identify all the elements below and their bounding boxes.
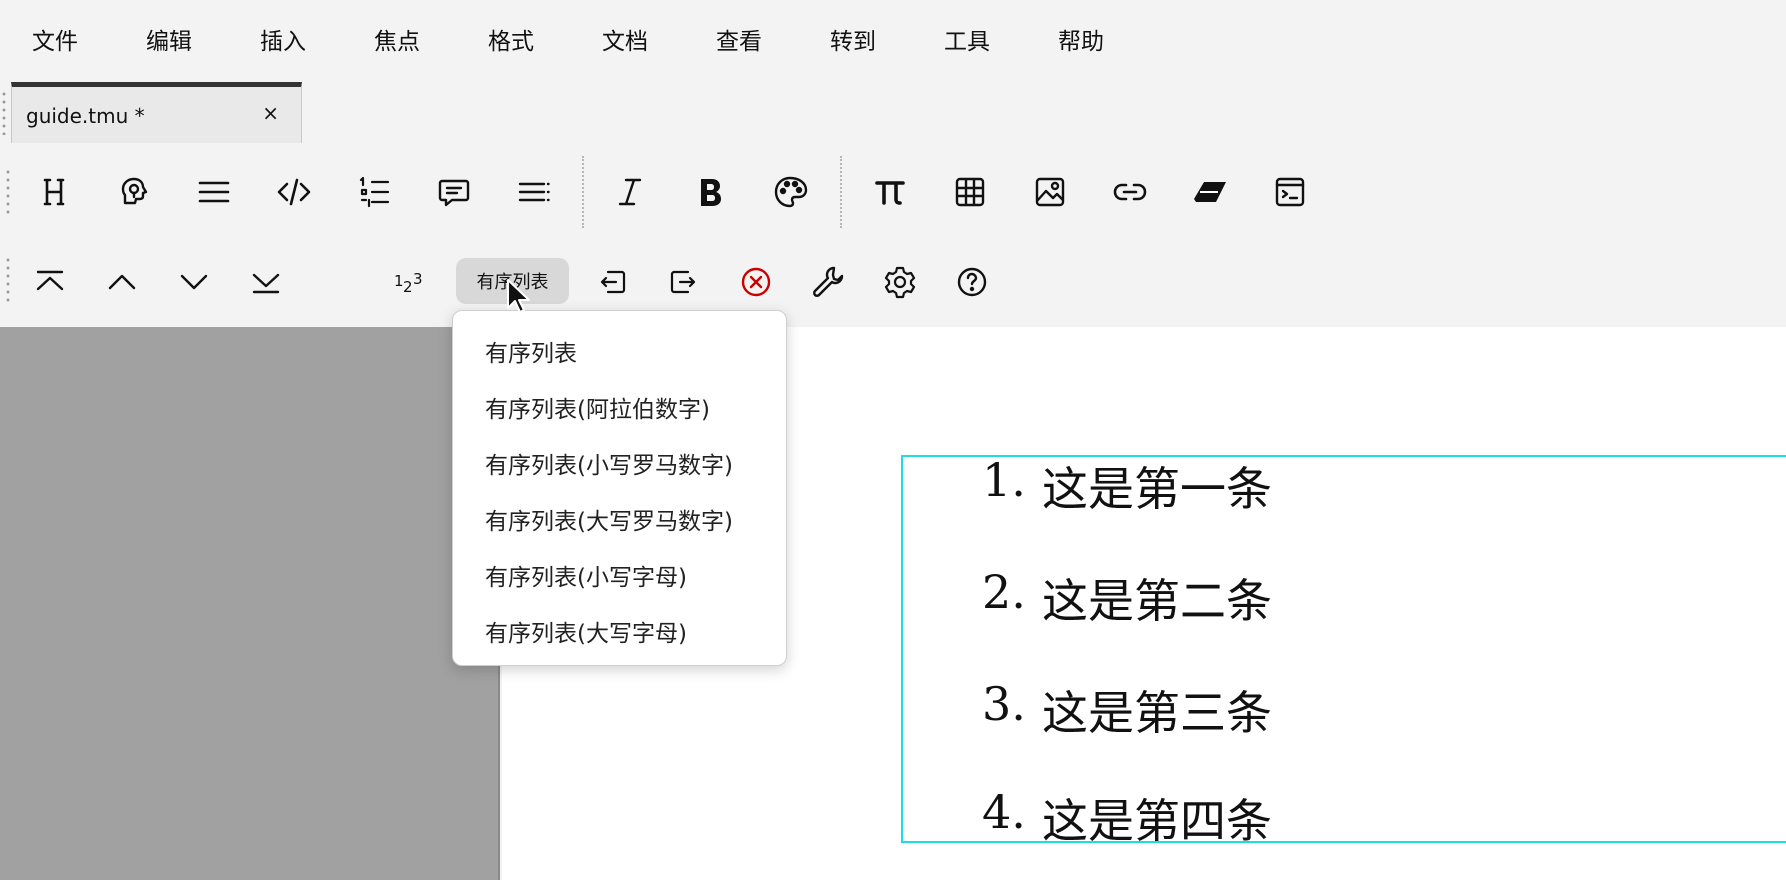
menu-format[interactable]: 格式 bbox=[488, 22, 534, 56]
paragraph-icon[interactable] bbox=[190, 168, 238, 216]
tab-grip[interactable] bbox=[2, 90, 6, 135]
tab-guide[interactable]: guide.tmu * × bbox=[11, 82, 302, 143]
outdent-icon[interactable] bbox=[588, 258, 636, 306]
eraser-icon[interactable] bbox=[1186, 168, 1234, 216]
remove-icon[interactable] bbox=[732, 258, 780, 306]
table-icon[interactable] bbox=[946, 168, 994, 216]
svg-text:2: 2 bbox=[403, 278, 413, 296]
terminal-icon[interactable] bbox=[1266, 168, 1314, 216]
tab-bar: guide.tmu * × bbox=[0, 80, 1786, 143]
heading-icon[interactable] bbox=[30, 168, 78, 216]
menu-file[interactable]: 文件 bbox=[32, 22, 78, 56]
toolbar-separator bbox=[840, 156, 842, 228]
italic-icon[interactable] bbox=[606, 168, 654, 216]
menu-insert[interactable]: 插入 bbox=[260, 22, 306, 56]
list-item-text: 这是第四条 bbox=[1042, 794, 1272, 848]
link-icon[interactable] bbox=[1106, 168, 1154, 216]
list-item-text: 这是第三条 bbox=[1042, 686, 1272, 740]
list-item[interactable]: 2. 这是第二条 bbox=[982, 565, 1272, 631]
dropdown-item-upper-roman[interactable]: 有序列表(大写罗马数字) bbox=[485, 502, 733, 536]
gear-icon[interactable] bbox=[876, 258, 924, 306]
image-icon[interactable] bbox=[1026, 168, 1074, 216]
indent-icon[interactable] bbox=[660, 258, 708, 306]
toolbar-grip[interactable] bbox=[6, 168, 10, 218]
list-toolbar: 123 有序列表 bbox=[0, 246, 1786, 316]
dropdown-item-lower-alpha[interactable]: 有序列表(小写字母) bbox=[485, 558, 687, 592]
mouse-cursor-icon bbox=[507, 279, 530, 313]
move-down-icon[interactable] bbox=[170, 258, 218, 306]
dropdown-item-upper-alpha[interactable]: 有序列表(大写字母) bbox=[485, 614, 687, 648]
list-style-dropdown: 有序列表 有序列表(阿拉伯数字) 有序列表(小写罗马数字) 有序列表(大写罗马数… bbox=[452, 310, 787, 666]
idea-bulb-icon[interactable] bbox=[110, 168, 158, 216]
palette-icon[interactable] bbox=[766, 168, 814, 216]
menu-goto[interactable]: 转到 bbox=[830, 22, 876, 56]
wrench-icon[interactable] bbox=[804, 258, 852, 306]
menu-focus[interactable]: 焦点 bbox=[374, 22, 420, 56]
dropdown-item-ordered[interactable]: 有序列表 bbox=[485, 334, 577, 368]
bold-icon[interactable] bbox=[686, 168, 734, 216]
move-up-icon[interactable] bbox=[98, 258, 146, 306]
toolbar-separator bbox=[582, 156, 584, 228]
move-bottom-icon[interactable] bbox=[242, 258, 290, 306]
svg-text:3: 3 bbox=[413, 270, 423, 288]
toolbar-grip[interactable] bbox=[6, 256, 10, 306]
move-top-icon[interactable] bbox=[26, 258, 74, 306]
list-item-number: 3. bbox=[982, 677, 1026, 731]
checklist-icon[interactable] bbox=[350, 168, 398, 216]
list-icon[interactable] bbox=[510, 168, 558, 216]
list-item-text: 这是第二条 bbox=[1042, 574, 1272, 628]
menu-document[interactable]: 文档 bbox=[602, 22, 648, 56]
tab-title: guide.tmu * bbox=[26, 104, 145, 128]
menu-edit[interactable]: 编辑 bbox=[146, 22, 192, 56]
list-item[interactable]: 4. 这是第四条 bbox=[982, 785, 1272, 851]
list-item[interactable]: 3. 这是第三条 bbox=[982, 677, 1272, 743]
close-icon[interactable]: × bbox=[262, 101, 279, 125]
list-item-number: 4. bbox=[982, 785, 1026, 839]
list-item-number: 1. bbox=[982, 453, 1026, 507]
list-item-text: 这是第一条 bbox=[1042, 462, 1272, 516]
dropdown-item-arabic[interactable]: 有序列表(阿拉伯数字) bbox=[485, 390, 710, 424]
format-toolbar bbox=[0, 150, 1786, 234]
dropdown-item-lower-roman[interactable]: 有序列表(小写罗马数字) bbox=[485, 446, 733, 480]
menu-view[interactable]: 查看 bbox=[716, 22, 762, 56]
menubar: 文件 编辑 插入 焦点 格式 文档 查看 转到 工具 帮助 bbox=[0, 0, 1786, 76]
menu-help[interactable]: 帮助 bbox=[1058, 22, 1104, 56]
menu-tools[interactable]: 工具 bbox=[944, 22, 990, 56]
side-pane bbox=[0, 327, 500, 880]
list-item[interactable]: 1. 这是第一条 bbox=[982, 453, 1272, 519]
numbered-list-icon[interactable]: 123 bbox=[386, 258, 434, 306]
comment-icon[interactable] bbox=[430, 168, 478, 216]
list-item-number: 2. bbox=[982, 565, 1026, 619]
pi-icon[interactable] bbox=[866, 168, 914, 216]
help-icon[interactable] bbox=[948, 258, 996, 306]
code-icon[interactable] bbox=[270, 168, 318, 216]
